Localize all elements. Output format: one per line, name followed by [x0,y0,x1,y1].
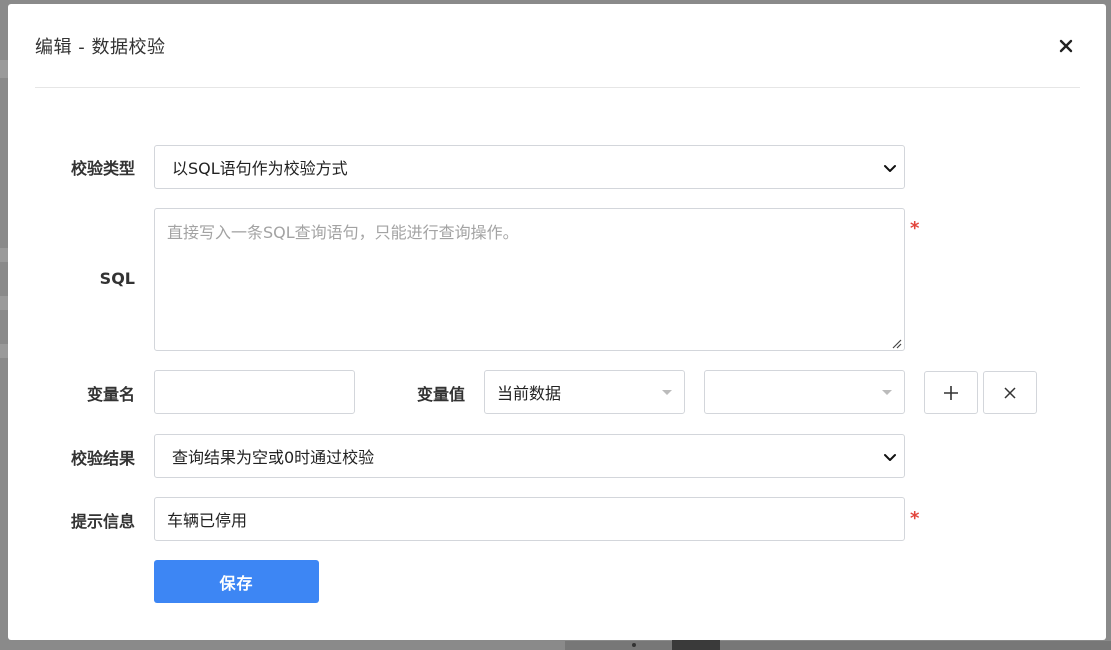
hint-input[interactable] [154,497,905,541]
sql-textarea[interactable] [154,208,905,351]
x-icon [1004,386,1016,399]
check-result-value: 查询结果为空或0时通过校验 [172,448,375,467]
variable-source-select[interactable]: 当前数据 [484,370,685,414]
variable-value-label: 变量值 [416,385,465,404]
backdrop-text: l [0,196,2,220]
plus-icon [944,385,958,400]
save-button[interactable]: 保存 [154,560,319,603]
edit-dialog: 编辑 - 数据校验 校验类型 以SQL语句作为校验方式 SQL * 变量名 变量… [8,4,1106,640]
add-variable-button[interactable] [924,371,978,414]
remove-variable-button[interactable] [983,371,1037,414]
title-divider [35,87,1080,88]
hint-label: 提示信息 [70,512,135,531]
check-type-label: 校验类型 [70,159,135,178]
dialog-title: 编辑 - 数据校验 [35,37,166,58]
variable-name-input[interactable] [154,370,355,414]
close-icon [1059,39,1073,53]
resize-grip-icon[interactable] [890,337,902,349]
backdrop-dot [632,643,636,647]
chevron-down-icon [884,454,896,461]
check-type-value: 以SQL语句作为校验方式 [172,159,348,178]
sql-label: SQL [99,269,135,288]
backdrop-strip [0,248,8,262]
caret-down-icon [662,390,672,395]
close-button[interactable] [1054,34,1078,58]
variable-name-label: 变量名 [86,385,135,404]
sql-required-mark: * [910,218,920,239]
check-result-select[interactable]: 查询结果为空或0时通过校验 [154,434,905,478]
check-type-select[interactable]: 以SQL语句作为校验方式 [154,145,905,189]
backdrop-strip [0,344,8,358]
backdrop-strip [0,296,8,310]
caret-down-icon [882,390,892,395]
check-result-label: 校验结果 [70,449,135,468]
variable-field-select[interactable] [704,370,905,414]
backdrop-table-row [565,641,1111,650]
backdrop-strip [0,60,8,78]
hint-required-mark: * [910,508,920,529]
chevron-down-icon [884,165,896,172]
variable-source-value: 当前数据 [497,384,562,403]
